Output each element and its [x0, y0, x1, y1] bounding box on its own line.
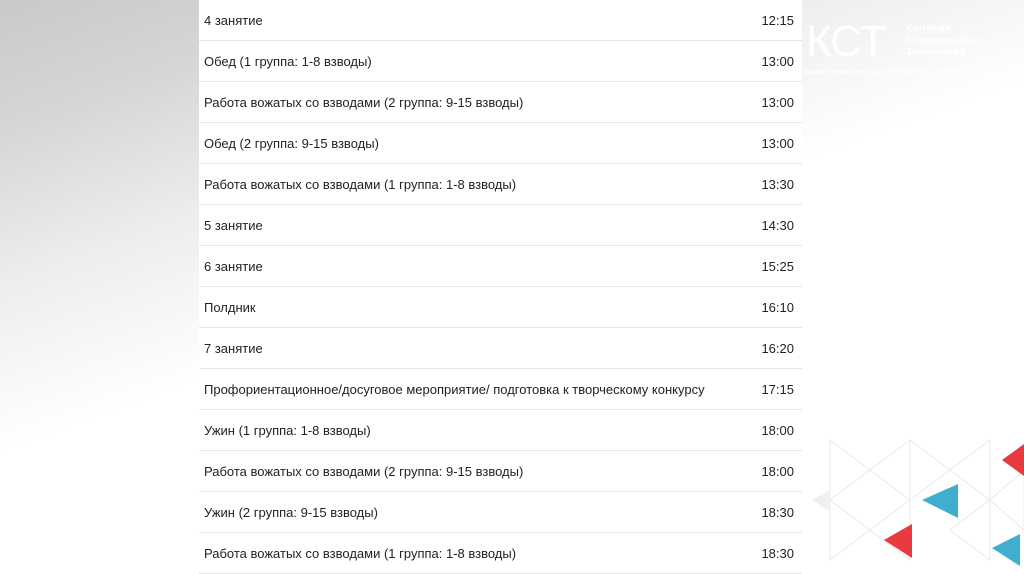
table-row: Работа вожатых со взводами (1 группа: 1-…	[199, 533, 802, 574]
table-row: Работа вожатых со взводами (2 группа: 9-…	[199, 82, 802, 123]
logo-name: Колледж Современных Технологий	[906, 22, 980, 58]
table-row: Работа вожатых со взводами (2 группа: 9-…	[199, 451, 802, 492]
table-row: 4 занятие 12:15	[199, 0, 802, 41]
logo-mark: КСТ	[806, 17, 886, 66]
table-row: Обед (1 группа: 1-8 взводы) 13:00	[199, 41, 802, 82]
activity-time: 14:30	[761, 218, 794, 233]
activity-time: 18:00	[761, 423, 794, 438]
activity-name: 7 занятие	[204, 341, 263, 356]
activity-name: 4 занятие	[204, 13, 263, 28]
table-row: 7 занятие 16:20	[199, 328, 802, 369]
activity-name: 6 занятие	[204, 259, 263, 274]
activity-time: 12:15	[761, 13, 794, 28]
activity-name: Полдник	[204, 300, 256, 315]
table-row: Профориентационное/досуговое мероприятие…	[199, 369, 802, 410]
activity-name: Обед (2 группа: 9-15 взводы)	[204, 136, 379, 151]
activity-time: 18:00	[761, 464, 794, 479]
activity-time: 13:00	[761, 95, 794, 110]
table-row: Полдник 16:10	[199, 287, 802, 328]
activity-time: 16:10	[761, 300, 794, 315]
activity-name: Ужин (1 группа: 1-8 взводы)	[204, 423, 371, 438]
table-row: Ужин (2 группа: 9-15 взводы) 18:30	[199, 492, 802, 533]
activity-time: 18:30	[761, 505, 794, 520]
activity-time: 13:00	[761, 54, 794, 69]
activity-time: 16:20	[761, 341, 794, 356]
table-row: Обед (2 группа: 9-15 взводы) 13:00	[199, 123, 802, 164]
activity-name: Работа вожатых со взводами (2 группа: 9-…	[204, 464, 524, 479]
activity-time: 18:30	[761, 546, 794, 561]
table-row: 6 занятие 15:25	[199, 246, 802, 287]
activity-time: 13:00	[761, 136, 794, 151]
table-row: Работа вожатых со взводами (1 группа: 1-…	[199, 164, 802, 205]
activity-time: 17:15	[761, 382, 794, 397]
activity-time: 13:30	[761, 177, 794, 192]
activity-name: Профориентационное/досуговое мероприятие…	[204, 382, 705, 397]
activity-name: Обед (1 группа: 1-8 взводы)	[204, 54, 372, 69]
activity-name: Работа вожатых со взводами (2 группа: 9-…	[204, 95, 524, 110]
activity-name: 5 занятие	[204, 218, 263, 233]
college-logo: КСТ Колледж Современных Технологий имени…	[800, 18, 1024, 88]
schedule-table: 4 занятие 12:15 Обед (1 группа: 1-8 взводы…	[199, 0, 802, 574]
activity-time: 15:25	[761, 259, 794, 274]
logo-subtitle: имени Героя Советского Союза М.Ф. Панова	[804, 69, 959, 76]
activity-name: Работа вожатых со взводами (1 группа: 1-…	[204, 546, 517, 561]
activity-name: Ужин (2 группа: 9-15 взводы)	[204, 505, 378, 520]
activity-name: Работа вожатых со взводами (1 группа: 1-…	[204, 177, 517, 192]
table-row: Ужин (1 группа: 1-8 взводы) 18:00	[199, 410, 802, 451]
table-row: 5 занятие 14:30	[199, 205, 802, 246]
